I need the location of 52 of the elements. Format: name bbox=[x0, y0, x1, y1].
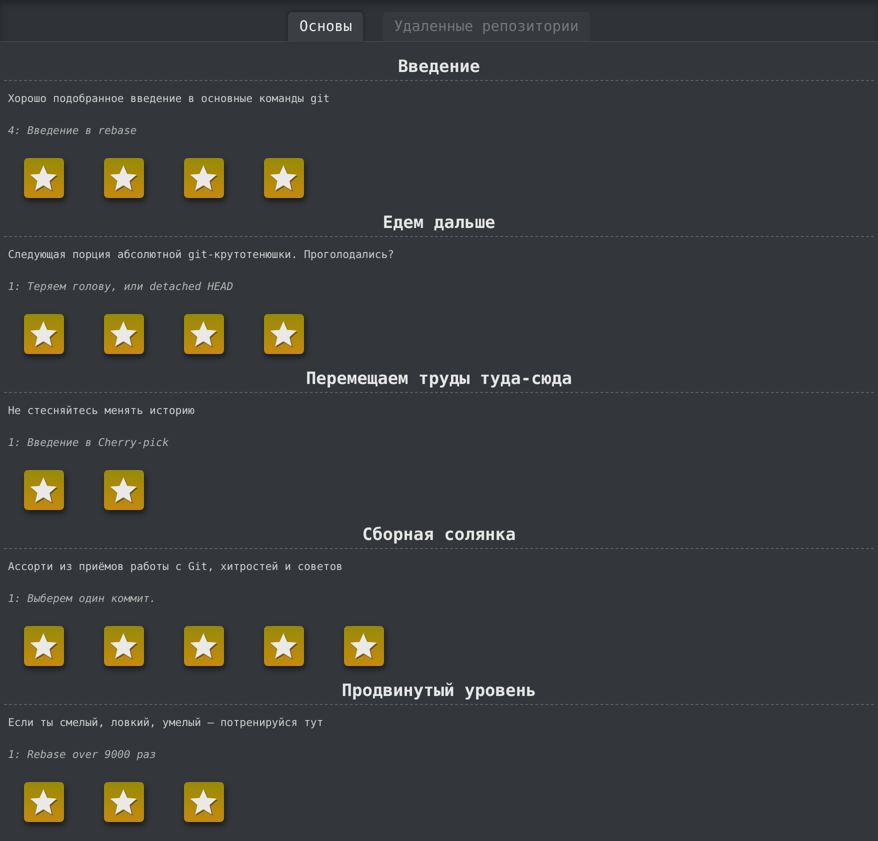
section-title: Сборная солянка bbox=[361, 524, 517, 547]
level-tile[interactable] bbox=[104, 626, 144, 666]
level-name: 1: Теряем голову, или detached HEAD bbox=[8, 279, 234, 295]
level-tile[interactable] bbox=[264, 626, 304, 666]
level-tile[interactable] bbox=[184, 626, 224, 666]
tab[interactable]: Основы bbox=[288, 12, 364, 41]
level-tile[interactable] bbox=[184, 314, 224, 354]
star-icon bbox=[29, 320, 59, 348]
level-tile[interactable] bbox=[264, 314, 304, 354]
level-tile[interactable] bbox=[104, 158, 144, 198]
star-icon bbox=[29, 476, 59, 504]
star-icon bbox=[109, 632, 139, 660]
section-title: Перемещаем труды туда-сюда bbox=[304, 368, 574, 391]
star-icon bbox=[109, 788, 139, 816]
star-icon bbox=[109, 320, 139, 348]
section-title: Введение bbox=[397, 56, 481, 79]
star-icon bbox=[109, 476, 139, 504]
section-description: Следующая порция абсолютной git-крутотенюшки. Проголодались? bbox=[8, 247, 396, 263]
level-tile[interactable] bbox=[184, 158, 224, 198]
level-tile[interactable] bbox=[184, 782, 224, 822]
level-tile[interactable] bbox=[344, 626, 384, 666]
star-icon bbox=[349, 632, 379, 660]
level-tile[interactable] bbox=[24, 158, 64, 198]
level-tile[interactable] bbox=[24, 314, 64, 354]
level-name: 1: Rebase over 9000 раз bbox=[8, 747, 157, 763]
level-tile[interactable] bbox=[264, 158, 304, 198]
star-icon bbox=[189, 632, 219, 660]
star-icon bbox=[269, 164, 299, 192]
star-icon bbox=[109, 164, 139, 192]
level-tile[interactable] bbox=[24, 626, 64, 666]
level-tile[interactable] bbox=[24, 782, 64, 822]
star-icon bbox=[269, 320, 299, 348]
star-icon bbox=[189, 164, 219, 192]
level-name: 4: Введение в rebase bbox=[8, 123, 138, 139]
section-description: Не стесняйтесь менять историю bbox=[8, 403, 196, 419]
star-icon bbox=[189, 788, 219, 816]
section-description: Ассорти из приёмов работы с Git, хитростей и советов bbox=[8, 559, 344, 575]
level-tile[interactable] bbox=[24, 470, 64, 510]
level-tile[interactable] bbox=[104, 470, 144, 510]
star-icon bbox=[29, 788, 59, 816]
section-title: Едем дальше bbox=[382, 212, 496, 235]
star-icon bbox=[29, 632, 59, 660]
level-name: 1: Введение в Cherry-pick bbox=[8, 435, 170, 451]
section-description: Если ты смелый, ловкий, умелый – потренируйся тут bbox=[8, 715, 324, 731]
star-icon bbox=[269, 632, 299, 660]
level-tile[interactable] bbox=[104, 782, 144, 822]
section-title: Продвинутый уровень bbox=[340, 680, 538, 703]
star-icon bbox=[189, 320, 219, 348]
level-name: 1: Выберем один коммит. bbox=[8, 591, 157, 607]
star-icon bbox=[29, 164, 59, 192]
level-tile[interactable] bbox=[104, 314, 144, 354]
section-description: Хорошо подобранное введение в основные команды git bbox=[8, 91, 331, 107]
